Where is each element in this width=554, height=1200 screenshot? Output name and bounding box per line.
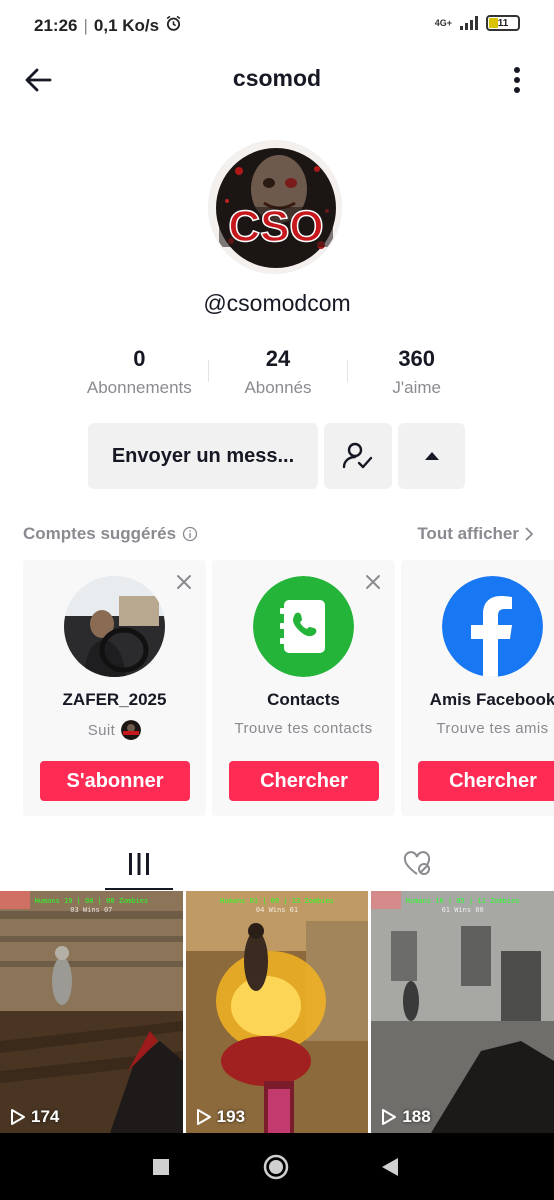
stat-following-label: Abonnements bbox=[86, 378, 192, 397]
view-count: 193 bbox=[196, 1107, 245, 1127]
close-icon bbox=[366, 575, 380, 589]
profile-avatar[interactable]: CSO bbox=[208, 140, 342, 274]
view-count: 188 bbox=[381, 1107, 431, 1127]
game-hud-wins: 04 Wins 01 bbox=[255, 906, 299, 914]
search-contacts-button[interactable]: Chercher bbox=[229, 761, 379, 801]
game-hud-score: Humans 19 | 08 | 08 Zombies bbox=[34, 897, 149, 905]
square-icon bbox=[153, 1158, 169, 1175]
home-button[interactable] bbox=[246, 1133, 306, 1200]
status-right: 4G+ 11 bbox=[435, 15, 520, 31]
game-hud-wins: 01 Wins 00 bbox=[441, 906, 484, 914]
suggested-user-subtitle: Trouve tes contacts bbox=[234, 720, 373, 737]
signal-icon bbox=[460, 16, 478, 30]
view-all-text: Tout afficher bbox=[417, 524, 519, 543]
view-count-text: 188 bbox=[402, 1107, 431, 1126]
suggested-card[interactable]: ZAFER_2025 Suit S'abonner bbox=[23, 560, 206, 816]
suggested-accounts-carousel[interactable]: ZAFER_2025 Suit S'abonner Contacts Trouv… bbox=[23, 560, 554, 816]
suggested-title-text: Comptes suggérés bbox=[23, 524, 177, 543]
more-vertical-icon bbox=[514, 67, 520, 93]
profile-header: csomod bbox=[0, 52, 554, 106]
send-message-button[interactable]: Envoyer un mess... bbox=[88, 423, 318, 489]
profile-tabs bbox=[0, 838, 554, 890]
suggested-card[interactable]: Amis Facebook Trouve tes amis Chercher bbox=[401, 560, 554, 816]
dismiss-button[interactable] bbox=[174, 572, 194, 592]
profile-handle: @csomodcom bbox=[203, 290, 351, 316]
circle-home-icon bbox=[263, 1154, 289, 1179]
alarm-icon bbox=[165, 15, 182, 37]
stat-likes[interactable]: 360 J'aime bbox=[347, 344, 486, 404]
stat-followers-label: Abonnés bbox=[244, 378, 312, 397]
game-hud-wins: 03 Wins 07 bbox=[70, 906, 113, 914]
play-icon bbox=[11, 1109, 25, 1125]
hidden-heart-icon bbox=[403, 851, 431, 875]
suggested-accounts-title: Comptes suggérés bbox=[23, 524, 198, 544]
suggested-user-subtitle-text: Suit bbox=[87, 721, 116, 739]
suggested-user-subtitle: Trouve tes amis bbox=[436, 720, 549, 737]
suggested-user-subtitle: Suit bbox=[23, 720, 206, 740]
status-time: 21:26 bbox=[34, 16, 78, 35]
status-left: 21:26 | 0,1 Ko/s bbox=[34, 15, 182, 37]
play-icon bbox=[196, 1109, 211, 1125]
avatar-logo-text: CSO bbox=[228, 202, 323, 251]
video-grid: Humans 19 | 08 | 08 Zombies 03 Wins 07 1… bbox=[0, 891, 554, 1133]
suggested-user-name: Contacts bbox=[267, 690, 340, 709]
battery-icon: 11 bbox=[486, 15, 520, 31]
profile-stats: 0 Abonnements 24 Abonnés 360 J'aime bbox=[70, 344, 486, 404]
recent-apps-button[interactable] bbox=[131, 1133, 191, 1200]
close-icon bbox=[177, 575, 191, 589]
tab-liked[interactable] bbox=[383, 838, 451, 890]
caret-up-icon bbox=[424, 452, 439, 460]
dismiss-button[interactable] bbox=[363, 572, 383, 592]
battery-level: 11 bbox=[497, 17, 509, 29]
stat-following[interactable]: 0 Abonnements bbox=[70, 344, 209, 404]
suggested-user-name: ZAFER_2025 bbox=[62, 690, 167, 709]
stat-following-value: 0 bbox=[133, 346, 146, 371]
system-navigation-bar bbox=[0, 1133, 554, 1200]
grid-icon bbox=[129, 853, 149, 875]
info-icon[interactable] bbox=[182, 526, 198, 542]
facebook-icon[interactable] bbox=[442, 576, 543, 677]
suggested-accounts-header: Comptes suggérés Tout afficher bbox=[23, 522, 533, 546]
status-separator: | bbox=[83, 16, 88, 35]
tab-videos[interactable] bbox=[105, 838, 173, 890]
stat-likes-value: 360 bbox=[398, 346, 436, 371]
play-icon bbox=[382, 1109, 397, 1125]
game-hud-score: Humans 16 | 05 | 11 Zombies bbox=[405, 897, 520, 905]
suggested-card[interactable]: Contacts Trouve tes contacts Chercher bbox=[212, 560, 395, 816]
view-count-text: 193 bbox=[216, 1107, 246, 1126]
back-nav-button[interactable] bbox=[360, 1133, 420, 1200]
video-thumbnail[interactable]: Humans 19 | 08 | 08 Zombies 03 Wins 07 1… bbox=[0, 891, 183, 1133]
game-hud-score: Humans 01 | 09 | 13 Zombies bbox=[220, 897, 334, 905]
suggestions-toggle-button[interactable] bbox=[398, 423, 465, 489]
triangle-back-icon bbox=[382, 1157, 398, 1176]
more-options-button[interactable] bbox=[500, 60, 534, 100]
search-facebook-friends-button[interactable]: Chercher bbox=[418, 761, 554, 801]
video-thumbnail[interactable]: Humans 16 | 05 | 11 Zombies 01 Wins 00 1… bbox=[371, 891, 554, 1133]
video-thumbnail[interactable]: Humans 01 | 09 | 13 Zombies 04 Wins 01 1… bbox=[185, 891, 369, 1133]
stat-followers-value: 24 bbox=[265, 346, 291, 371]
network-type: 4G+ bbox=[434, 17, 452, 28]
status-bar: 21:26 | 0,1 Ko/s 4G+ 11 bbox=[0, 0, 554, 52]
mutual-follower-avatar bbox=[121, 720, 142, 740]
profile-actions: Envoyer un mess... bbox=[88, 423, 465, 489]
follow-button[interactable]: S'abonner bbox=[40, 761, 190, 801]
view-count-text: 174 bbox=[31, 1107, 60, 1126]
stat-followers[interactable]: 24 Abonnés bbox=[209, 344, 348, 404]
following-status-button[interactable] bbox=[324, 423, 392, 489]
chevron-right-icon bbox=[525, 527, 533, 541]
view-count: 174 bbox=[10, 1107, 59, 1127]
view-all-link[interactable]: Tout afficher bbox=[417, 524, 533, 544]
suggested-user-avatar[interactable] bbox=[64, 576, 165, 677]
contacts-icon[interactable] bbox=[253, 576, 354, 677]
status-speed: 0,1 Ko/s bbox=[93, 16, 160, 35]
page-title: csomod bbox=[232, 65, 322, 91]
suggested-user-name: Amis Facebook bbox=[429, 690, 554, 709]
user-check-icon bbox=[342, 442, 373, 469]
stat-likes-label: J'aime bbox=[392, 378, 441, 397]
